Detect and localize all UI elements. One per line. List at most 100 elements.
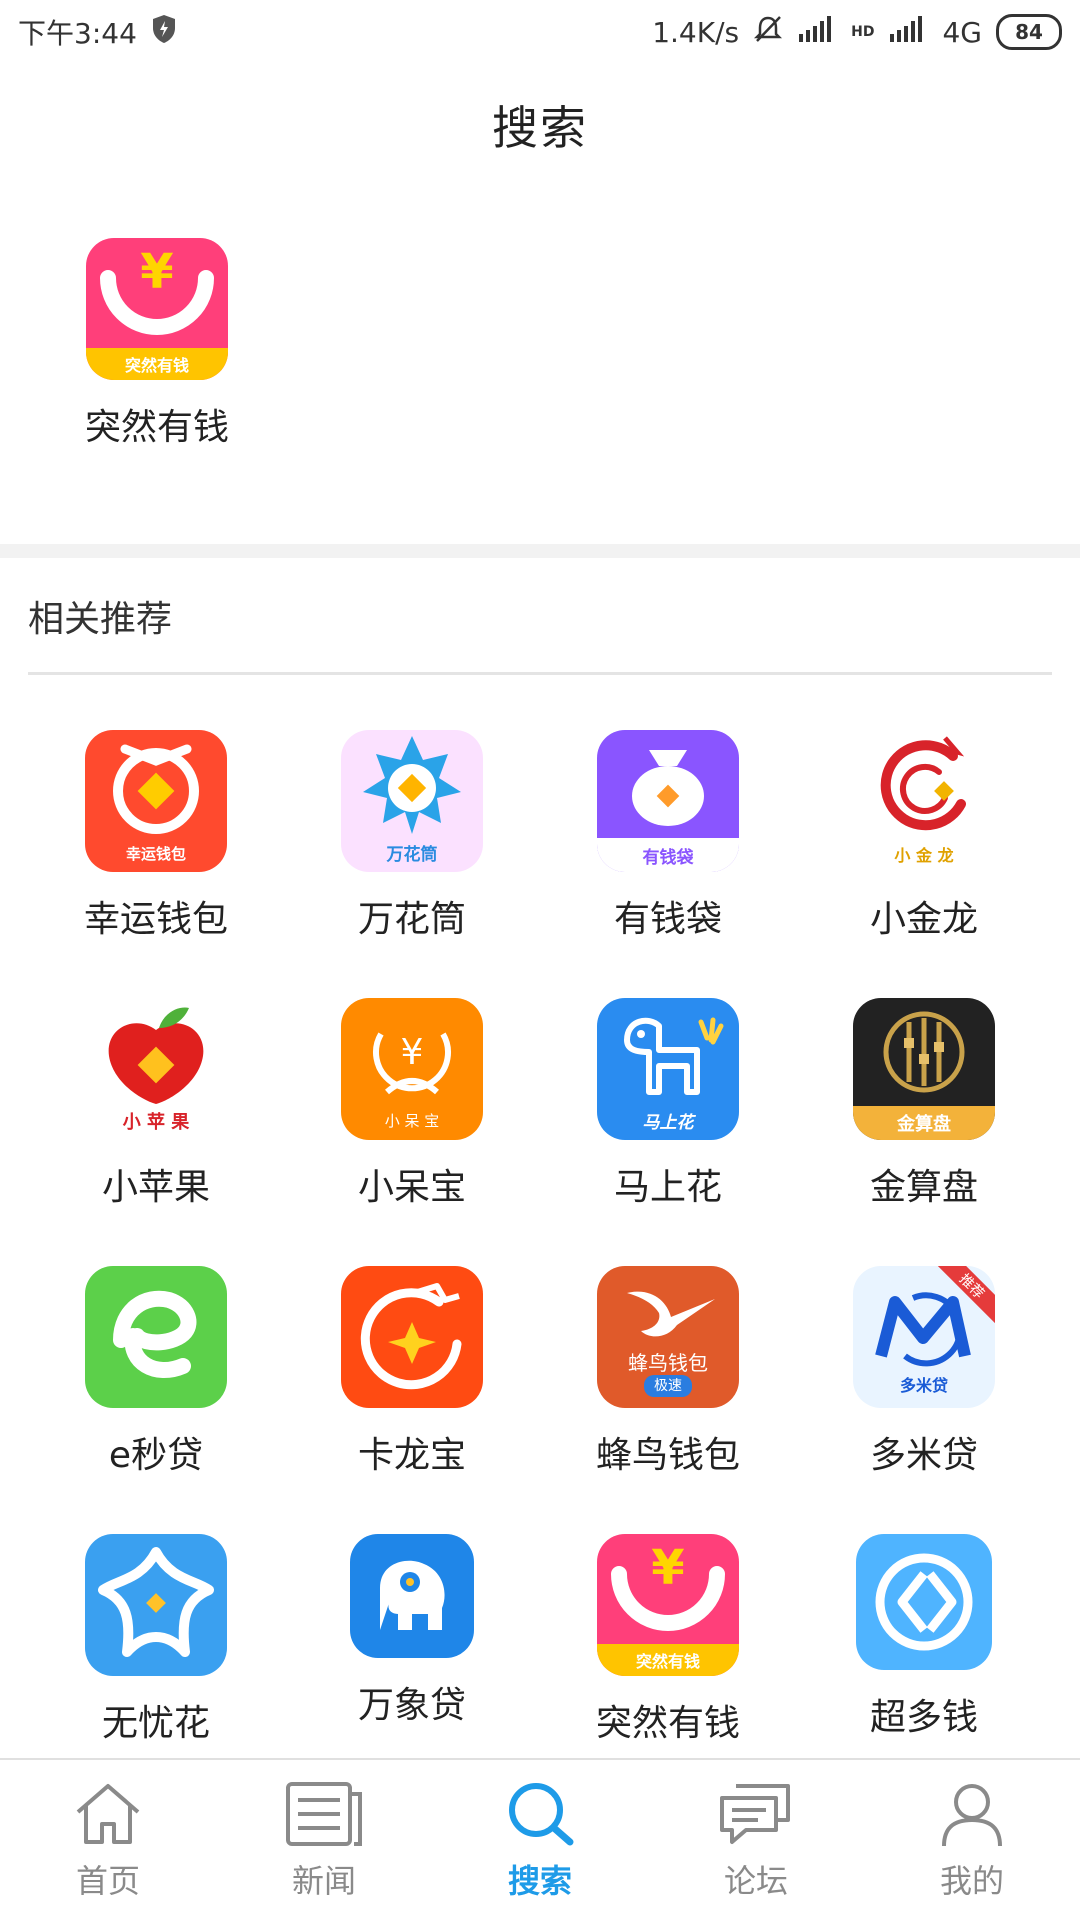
app-badge: 万花筒 (386, 845, 438, 865)
search-result-item[interactable]: ¥ 突然有钱 突然有钱 (72, 238, 242, 450)
status-left: 下午3:44 (18, 12, 177, 52)
app-item[interactable]: 小 苹 果 小苹果 (28, 998, 284, 1210)
app-icon-duomidai[interactable]: 推荐 多米贷 (853, 1266, 995, 1408)
section-divider (0, 544, 1080, 558)
app-icon-turan-2[interactable]: ¥ 突然有钱 (597, 1534, 739, 1676)
dragon-icon (880, 736, 966, 831)
nav-label: 我的 (939, 1862, 1004, 1900)
coin-face-icon: ¥ (373, 1032, 451, 1095)
app-name: 突然有钱 (595, 1703, 740, 1744)
network-speed: 1.4K/s (652, 15, 740, 49)
app-badge: 多米贷 (899, 1376, 948, 1395)
app-icon-youqiandai[interactable]: 有钱袋 (597, 730, 739, 872)
app-item[interactable]: 金算盘 金算盘 (796, 998, 1052, 1210)
app-name: 超多钱 (869, 1697, 978, 1738)
recommend-grid: 幸运钱包 幸运钱包 万花筒 万花筒 有钱袋 有钱袋 小 金 龙 小金龙 小 苹 … (0, 730, 1080, 1746)
news-icon (286, 1782, 362, 1846)
app-icon-xiaojinlong[interactable]: 小 金 龙 (853, 730, 995, 872)
app-icon-xingyun[interactable]: 幸运钱包 (85, 730, 227, 872)
letter-e-icon (113, 1290, 197, 1378)
result-name: 突然有钱 (84, 407, 229, 448)
app-badge: 小 呆 宝 (384, 1112, 440, 1130)
app-name: 小苹果 (101, 1167, 210, 1208)
nav-forum[interactable]: 论坛 (666, 1780, 846, 1902)
app-item[interactable]: ¥ 突然有钱 突然有钱 (540, 1534, 796, 1746)
nav-news[interactable]: 新闻 (234, 1780, 414, 1902)
app-item[interactable]: 万花筒 万花筒 (284, 730, 540, 942)
app-badge: 有钱袋 (597, 838, 739, 872)
app-item[interactable]: 有钱袋 有钱袋 (540, 730, 796, 942)
app-icon-symbol: ¥ (651, 1540, 684, 1596)
section-title: 相关推荐 (28, 599, 173, 640)
app-name: 万花筒 (357, 899, 466, 940)
app-badge: 金算盘 (853, 1106, 995, 1140)
app-badge: 蜂鸟钱包 (628, 1351, 708, 1375)
search-icon (509, 1783, 574, 1846)
app-item[interactable]: 推荐 多米贷 多米贷 (796, 1266, 1052, 1478)
app-item[interactable]: 马上花 马上花 (540, 998, 796, 1210)
app-item[interactable]: 小 金 龙 小金龙 (796, 730, 1052, 942)
app-name: 马上花 (613, 1167, 722, 1208)
nav-label: 首页 (75, 1862, 140, 1900)
nav-profile[interactable]: 我的 (882, 1780, 1062, 1902)
app-badge: 幸运钱包 (125, 845, 186, 863)
page-title: 搜索 (492, 101, 588, 155)
apple-icon (108, 1007, 204, 1104)
app-icon-kalongbao[interactable] (341, 1266, 483, 1408)
coin-ring-icon (875, 1553, 973, 1651)
app-icon-mashanghua[interactable]: 马上花 (597, 998, 739, 1140)
app-name: 金算盘 (869, 1167, 978, 1208)
app-item[interactable]: 超多钱 (796, 1534, 1052, 1746)
app-name: 蜂鸟钱包 (595, 1435, 740, 1476)
app-name: 万象贷 (357, 1685, 466, 1726)
battery-indicator: 84 (996, 14, 1062, 50)
profile-icon (942, 1784, 1002, 1847)
signal-icon-2 (888, 14, 928, 51)
status-right: 1.4K/s HD 4G 84 (652, 14, 1062, 51)
signal-icon (797, 14, 837, 51)
app-name: 小金龙 (869, 899, 978, 940)
app-icon-chaoduoqian[interactable] (856, 1534, 992, 1670)
app-item[interactable]: e秒贷 (28, 1266, 284, 1478)
app-badge-secondary: 极速 (644, 1375, 692, 1397)
app-item[interactable]: 卡龙宝 (284, 1266, 540, 1478)
app-name: e秒贷 (108, 1435, 204, 1476)
app-item[interactable]: 幸运钱包 幸运钱包 (28, 730, 284, 942)
forum-icon (720, 1784, 790, 1844)
nav-label: 论坛 (723, 1862, 788, 1900)
app-badge: 小 金 龙 (894, 846, 954, 865)
abacus-icon (883, 1011, 965, 1093)
app-icon-xiaodaibao[interactable]: ¥ 小 呆 宝 (341, 998, 483, 1140)
smile-coin-icon: ¥ (100, 244, 214, 335)
app-name: 有钱袋 (613, 899, 722, 940)
app-item[interactable]: 万象贷 (284, 1534, 540, 1746)
smile-coin-icon: ¥ (611, 1540, 725, 1631)
app-item[interactable]: 蜂鸟钱包 极速 蜂鸟钱包 (540, 1266, 796, 1478)
app-icon-xiaopingguo[interactable]: 小 苹 果 (85, 998, 227, 1140)
app-icon-turan[interactable]: ¥ 突然有钱 (86, 238, 228, 380)
app-badge: 马上花 (642, 1113, 694, 1133)
app-icon-wanhuatong[interactable]: 万花筒 (341, 730, 483, 872)
horse-icon (624, 1017, 724, 1095)
app-item[interactable]: 无忧花 (28, 1534, 284, 1746)
status-bar: 下午3:44 1.4K/s HD 4G 84 (0, 0, 1080, 64)
app-badge: 突然有钱 (597, 1644, 739, 1676)
app-icon-fengniao[interactable]: 蜂鸟钱包 极速 (597, 1266, 739, 1408)
money-bag-icon (632, 750, 704, 826)
hummingbird-icon (627, 1291, 715, 1337)
app-icon-wuyouhua[interactable] (85, 1534, 227, 1676)
result-icon-badge: 突然有钱 (86, 348, 228, 380)
app-name: 无忧花 (101, 1703, 210, 1744)
app-icon-jinsuanpan[interactable]: 金算盘 (853, 998, 995, 1140)
bottom-nav: 首页 新闻 搜索 论坛 我的 (0, 1758, 1080, 1922)
app-icon-emiaodai[interactable] (85, 1266, 227, 1408)
elephant-icon (380, 1560, 445, 1630)
app-item[interactable]: ¥ 小 呆 宝 小呆宝 (284, 998, 540, 1210)
status-time: 下午3:44 (18, 17, 137, 50)
nav-home[interactable]: 首页 (18, 1780, 198, 1902)
app-icon-wanxiangdai[interactable] (350, 1534, 474, 1658)
hd-label: HD (851, 24, 875, 40)
nav-label: 搜索 (507, 1862, 572, 1900)
nav-search[interactable]: 搜索 (450, 1780, 630, 1902)
dragon-ring-icon (360, 1283, 462, 1390)
